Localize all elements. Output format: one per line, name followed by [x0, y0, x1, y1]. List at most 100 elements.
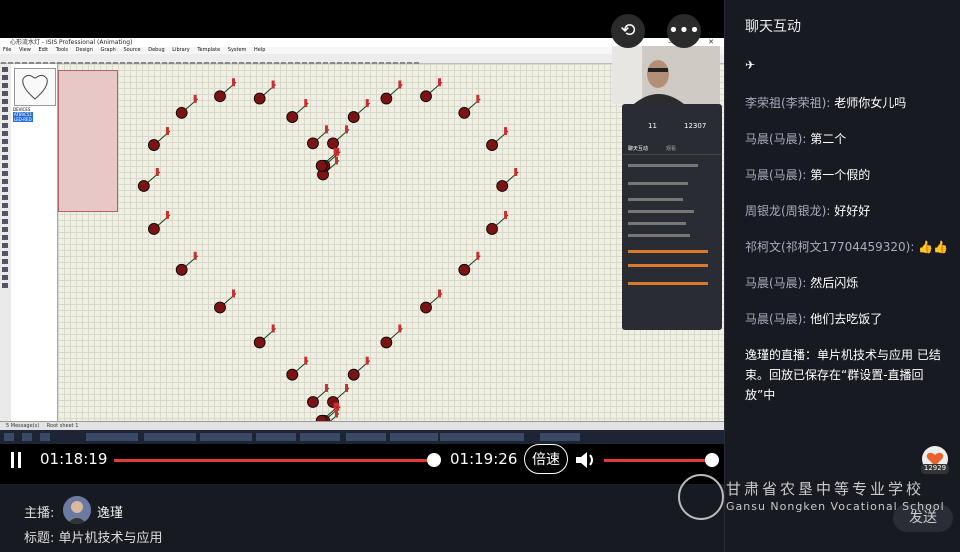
taskbar-item[interactable] [346, 433, 386, 441]
toolbox-button[interactable] [2, 123, 8, 128]
toolbox-button[interactable] [2, 235, 8, 240]
toolbox-button[interactable] [2, 83, 8, 88]
toolbox-button[interactable] [2, 75, 8, 80]
taskbar-item[interactable] [390, 433, 438, 441]
toolbox-button[interactable] [2, 211, 8, 216]
toolbox-button[interactable] [2, 203, 8, 208]
resistor [193, 251, 197, 260]
led [148, 223, 160, 235]
taskbar-item[interactable] [440, 433, 488, 441]
pause-button[interactable] [10, 452, 22, 468]
host-name: 逸瑾 [97, 506, 124, 521]
teacher-webcam [612, 46, 720, 104]
toolbox-button[interactable] [2, 163, 8, 168]
toolbox-button[interactable] [2, 107, 8, 112]
volume-handle[interactable] [705, 453, 719, 467]
toolbox-button[interactable] [2, 115, 8, 120]
taskbar-item[interactable] [22, 433, 32, 441]
led [253, 92, 266, 105]
screen-chat-tabs: 聊天互动 观看 [622, 142, 722, 155]
video-player[interactable]: 心形流水灯 - ISIS Professional (Animating) — … [0, 0, 724, 484]
toolbox-button[interactable] [2, 251, 8, 256]
resistor [504, 127, 508, 136]
led [175, 263, 188, 276]
resistor [165, 127, 169, 136]
led [253, 336, 266, 349]
taskbar-item[interactable] [540, 433, 580, 441]
progress-bar[interactable] [114, 459, 434, 462]
resistor [333, 402, 337, 411]
partial-message: ✈ [745, 58, 756, 72]
toolbox-button[interactable] [2, 227, 8, 232]
stream-info: 主播: 逸瑾 标题: 单片机技术与应用 [0, 484, 724, 552]
screen-tab-viewers: 观看 [666, 146, 677, 152]
led [496, 180, 509, 192]
toolbox-button[interactable] [2, 155, 8, 160]
toolbox-button[interactable] [2, 195, 8, 200]
toolbox-button[interactable] [2, 147, 8, 152]
led [286, 111, 299, 123]
resistor [365, 99, 369, 108]
toolbox-button[interactable] [2, 67, 8, 72]
taskbar-item[interactable] [256, 433, 296, 441]
led [214, 90, 226, 103]
rotate-screen-button[interactable]: ⟲ [611, 14, 645, 48]
menu-tools: Tools [55, 47, 69, 53]
toolbox-button[interactable] [2, 219, 8, 224]
taskbar-item[interactable] [40, 433, 50, 441]
led [420, 90, 432, 103]
resistor [438, 78, 442, 87]
resistor [504, 210, 508, 219]
chat-text: 然后闪烁 [810, 276, 859, 290]
volume-slider[interactable] [604, 459, 712, 462]
toolbox-button[interactable] [2, 99, 8, 104]
toolbox-button[interactable] [2, 275, 8, 280]
resistor [193, 94, 197, 103]
resistor [304, 356, 308, 365]
resistor [336, 147, 340, 156]
school-watermark: 甘肃省农垦中等专业学校 Gansu Nongken Vocational Sch… [676, 470, 960, 552]
toolbox-button[interactable] [2, 91, 8, 96]
led [327, 137, 339, 150]
chat-user: 祁柯文(祁柯文17704459320): [745, 240, 915, 254]
chat-text: 第一个假的 [810, 168, 871, 182]
resistor [345, 125, 349, 134]
chat-text: 好好好 [834, 204, 871, 218]
toolbox-button[interactable] [2, 283, 8, 288]
resistor [165, 210, 169, 219]
taskbar-item[interactable] [4, 433, 14, 441]
progress-handle[interactable] [427, 453, 441, 467]
chat-user: 马晨(马晨): [745, 132, 807, 146]
resistor [271, 80, 275, 89]
resistor [476, 94, 480, 103]
menu-library: Library [172, 47, 190, 53]
resistor [345, 383, 349, 392]
taskbar-item[interactable] [144, 433, 196, 441]
toolbox-button[interactable] [2, 243, 8, 248]
menu-debug: Debug [148, 47, 165, 53]
toolbox-button[interactable] [2, 259, 8, 264]
more-button[interactable]: ••• [667, 14, 701, 48]
chat-user: 李荣祖(李荣祖): [745, 96, 831, 110]
taskbar-item[interactable] [484, 433, 524, 441]
toolbox-button[interactable] [2, 187, 8, 192]
toolbox-button[interactable] [2, 131, 8, 136]
toolbox-button[interactable] [2, 139, 8, 144]
taskbar-item[interactable] [200, 433, 252, 441]
chat-message: 周银龙(周银龙): 好好好 [745, 202, 870, 219]
taskbar-item[interactable] [300, 433, 340, 441]
speed-button[interactable]: 倍速 [524, 444, 568, 474]
volume-icon[interactable] [574, 450, 598, 470]
led [458, 263, 471, 276]
led [347, 111, 360, 123]
resistor [324, 125, 328, 134]
toolbox-button[interactable] [2, 171, 8, 176]
toolbox-button[interactable] [2, 267, 8, 272]
toolbox-button[interactable] [2, 179, 8, 184]
resistor [333, 147, 337, 156]
chat-text: 他们去吃饭了 [810, 312, 883, 326]
screen-tab-chat: 聊天互动 [628, 146, 649, 152]
likes-stat: 12307 [684, 122, 707, 130]
taskbar-item[interactable] [86, 433, 138, 441]
school-emblem-icon [678, 474, 724, 520]
